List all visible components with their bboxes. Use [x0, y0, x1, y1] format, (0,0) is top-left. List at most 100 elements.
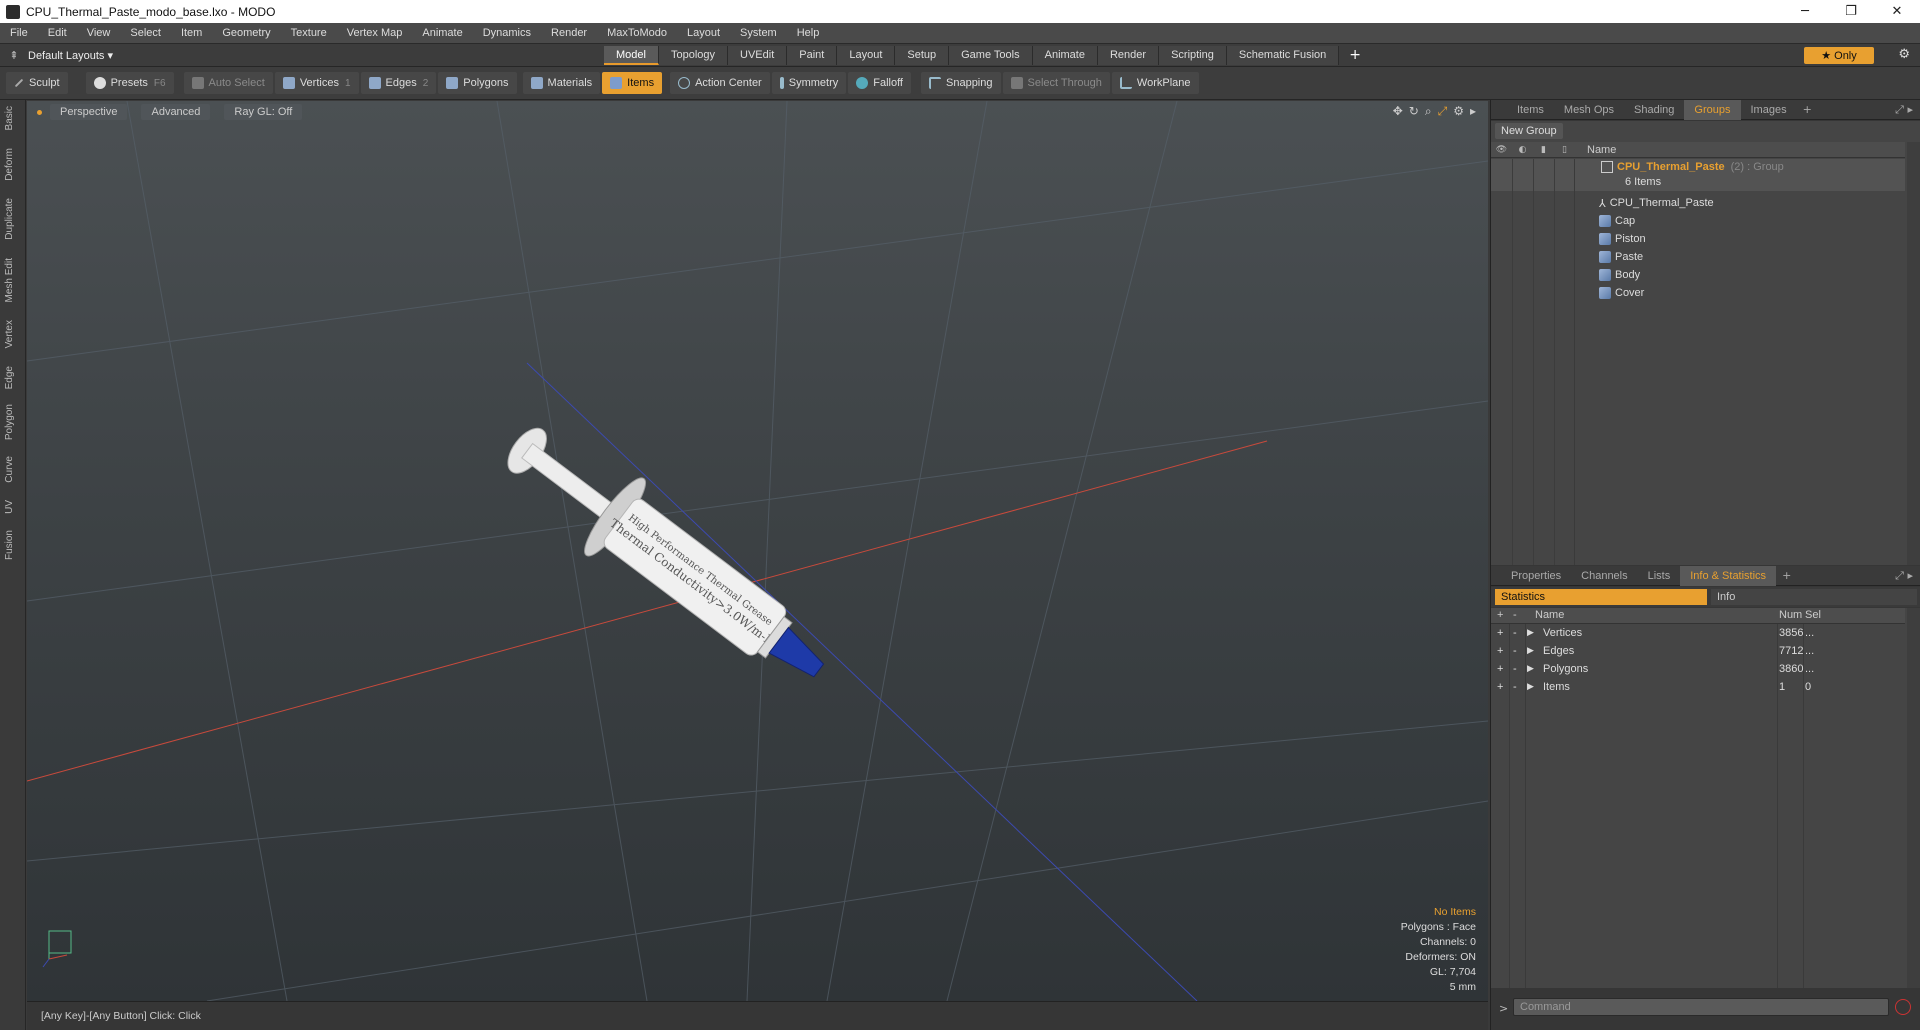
ltab-uv[interactable]: UV	[4, 500, 15, 514]
syringe-model[interactable]: High Performance Thermal Grease Thermal …	[487, 404, 847, 709]
close-button[interactable]: ✕	[1874, 0, 1920, 23]
row-arrow-icon[interactable]: ▶	[1527, 663, 1534, 674]
lock-icon[interactable]: ▮	[1533, 145, 1554, 155]
tab-paint[interactable]: Paint	[787, 46, 838, 65]
stat-row[interactable]: + - ▶ Edges 7712 ...	[1491, 643, 1905, 661]
row-collapse-icon[interactable]: -	[1513, 645, 1517, 657]
row-expand-icon[interactable]: +	[1497, 645, 1503, 657]
statistics-tab[interactable]: Statistics	[1495, 589, 1707, 605]
add-tab-icon[interactable]: +	[1339, 46, 1371, 65]
stats-scrollbar[interactable]	[1907, 608, 1920, 988]
snapping-button[interactable]: Snapping	[921, 72, 1001, 94]
action-center-button[interactable]: Action Center	[670, 72, 770, 94]
menu-texture[interactable]: Texture	[281, 27, 337, 39]
items-button[interactable]: Items	[602, 72, 663, 94]
ltab-duplicate[interactable]: Duplicate	[4, 198, 15, 240]
raygl-button[interactable]: Ray GL: Off	[224, 104, 303, 120]
layout-selector[interactable]: Default Layouts ▾	[28, 49, 168, 62]
group-child-item[interactable]: Body	[1491, 266, 1905, 284]
tab-mesh-ops[interactable]: Mesh Ops	[1554, 100, 1624, 120]
viewport-menu-icon[interactable]	[37, 109, 42, 115]
row-collapse-icon[interactable]: -	[1513, 663, 1517, 675]
tab-layout[interactable]: Layout	[837, 46, 896, 65]
menu-help[interactable]: Help	[787, 27, 830, 39]
group-child-item[interactable]: Cap	[1491, 212, 1905, 230]
menu-vertex-map[interactable]: Vertex Map	[337, 27, 413, 39]
ltab-vertex[interactable]: Vertex	[4, 320, 15, 348]
ltab-basic[interactable]: Basic	[4, 106, 15, 130]
panel-expand-icon[interactable]: ⤢ ▸	[1895, 103, 1920, 117]
select-through-button[interactable]: Select Through	[1002, 72, 1110, 94]
new-group-button[interactable]: New Group	[1495, 123, 1563, 139]
rotate-view-icon[interactable]: ↻	[1409, 104, 1419, 119]
tab-info-statistics[interactable]: Info & Statistics	[1680, 565, 1777, 586]
menu-item[interactable]: Item	[171, 27, 212, 39]
row-collapse-icon[interactable]: -	[1513, 681, 1517, 693]
select-icon[interactable]: ▯	[1554, 145, 1575, 155]
command-history-icon[interactable]	[1895, 999, 1911, 1015]
row-expand-icon[interactable]: +	[1497, 681, 1503, 693]
tab-properties[interactable]: Properties	[1501, 566, 1571, 586]
menu-select[interactable]: Select	[120, 27, 171, 39]
menu-system[interactable]: System	[730, 27, 787, 39]
row-arrow-icon[interactable]: ▶	[1527, 681, 1534, 692]
3d-viewport[interactable]: High Performance Thermal Grease Thermal …	[27, 101, 1488, 1001]
ltab-fusion[interactable]: Fusion	[4, 530, 15, 560]
maximize-view-icon[interactable]: ⤢	[1438, 104, 1448, 119]
tab-items[interactable]: Items	[1507, 100, 1554, 120]
group-root-item[interactable]: CPU_Thermal_Paste (2) : Group	[1601, 161, 1784, 173]
workplane-button[interactable]: WorkPlane	[1111, 72, 1199, 94]
expand-all-icon[interactable]: +	[1497, 609, 1503, 621]
bottom-panel-expand-icon[interactable]: ⤢ ▸	[1895, 569, 1920, 583]
group-child-item[interactable]: Paste	[1491, 248, 1905, 266]
viewport-expand-icon[interactable]: ▸	[1470, 104, 1476, 119]
tab-scripting[interactable]: Scripting	[1159, 46, 1227, 65]
zoom-view-icon[interactable]: ⌕	[1425, 104, 1432, 119]
auto-select-button[interactable]: Auto Select	[183, 72, 273, 94]
minimize-button[interactable]: ─	[1782, 0, 1828, 23]
ltab-mesh-edit[interactable]: Mesh Edit	[4, 258, 15, 302]
vertices-button[interactable]: Vertices 1	[274, 72, 359, 94]
sculpt-button[interactable]: Sculpt	[6, 72, 68, 94]
gear-icon[interactable]: ⚙	[1898, 47, 1910, 62]
row-expand-icon[interactable]: +	[1497, 663, 1503, 675]
ltab-polygon[interactable]: Polygon	[4, 404, 15, 440]
menu-dynamics[interactable]: Dynamics	[473, 27, 541, 39]
menu-view[interactable]: View	[77, 27, 121, 39]
tab-schematic-fusion[interactable]: Schematic Fusion	[1226, 46, 1340, 65]
info-tab[interactable]: Info	[1711, 589, 1917, 605]
symmetry-button[interactable]: Symmetry	[771, 72, 847, 94]
falloff-button[interactable]: Falloff	[848, 72, 911, 94]
menu-render[interactable]: Render	[541, 27, 597, 39]
materials-button[interactable]: Materials	[522, 72, 601, 94]
tab-topology[interactable]: Topology	[658, 46, 729, 65]
polygons-button[interactable]: Polygons	[438, 72, 517, 94]
layout-toggle-icon[interactable]: ⇞	[0, 49, 28, 62]
menu-layout[interactable]: Layout	[677, 27, 730, 39]
menu-edit[interactable]: Edit	[38, 27, 77, 39]
tab-lists[interactable]: Lists	[1638, 566, 1681, 586]
row-arrow-icon[interactable]: ▶	[1527, 627, 1534, 638]
stat-row[interactable]: + - ▶ Items 1 0	[1491, 679, 1905, 697]
add-panel-tab-icon[interactable]: +	[1797, 103, 1818, 116]
menu-animate[interactable]: Animate	[412, 27, 472, 39]
collapse-all-icon[interactable]: -	[1513, 609, 1517, 621]
stat-row[interactable]: + - ▶ Polygons 3860 ...	[1491, 661, 1905, 679]
tab-game-tools[interactable]: Game Tools	[949, 46, 1033, 65]
presets-button[interactable]: Presets F6	[85, 72, 174, 94]
group-child-item[interactable]: Cover	[1491, 284, 1905, 302]
stat-row[interactable]: + - ▶ Vertices 3856 ...	[1491, 625, 1905, 643]
ltab-curve[interactable]: Curve	[4, 456, 15, 483]
render-icon[interactable]: ◐	[1512, 145, 1533, 155]
command-input[interactable]: Command	[1513, 998, 1889, 1016]
tab-shading[interactable]: Shading	[1624, 100, 1684, 120]
tab-setup[interactable]: Setup	[895, 46, 950, 65]
move-view-icon[interactable]: ✥	[1393, 104, 1403, 119]
menu-geometry[interactable]: Geometry	[212, 27, 280, 39]
tab-render[interactable]: Render	[1097, 46, 1160, 65]
view-type-button[interactable]: Perspective	[50, 104, 128, 120]
ltab-edge[interactable]: Edge	[4, 366, 15, 389]
menu-maxtomodo[interactable]: MaxToModo	[597, 27, 677, 39]
tab-images[interactable]: Images	[1741, 100, 1797, 120]
tab-uvedit[interactable]: UVEdit	[728, 46, 788, 65]
